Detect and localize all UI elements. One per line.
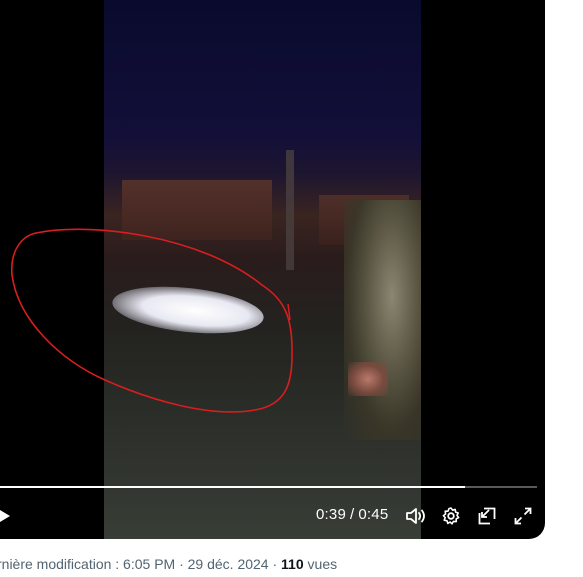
time-separator: /	[350, 506, 355, 523]
volume-button[interactable]	[404, 504, 426, 528]
post-metadata: rnière modification : 6:05 PM · 29 déc. …	[0, 556, 337, 572]
gear-icon	[442, 507, 460, 525]
video-frame[interactable]	[104, 0, 421, 539]
play-icon	[0, 510, 10, 522]
views-count: 110	[281, 556, 304, 572]
time-current: 0:39	[316, 506, 346, 523]
fullscreen-button[interactable]	[512, 504, 534, 528]
video-player[interactable]: 0:39 / 0:45	[0, 0, 545, 539]
fullscreen-icon	[514, 507, 532, 525]
person-hand	[348, 362, 388, 396]
volume-icon	[406, 508, 425, 524]
picture-in-picture-icon	[478, 507, 496, 525]
time-display: 0:39 / 0:45	[316, 506, 388, 523]
person-figure	[344, 200, 421, 440]
background-post	[286, 150, 294, 270]
settings-button[interactable]	[440, 504, 462, 528]
picture-in-picture-button[interactable]	[476, 504, 498, 528]
light-streak	[110, 280, 266, 340]
time-total: 0:45	[358, 506, 389, 523]
progress-bar[interactable]	[0, 486, 537, 488]
views-label: vues	[307, 556, 338, 572]
progress-fill	[0, 486, 466, 488]
play-button[interactable]	[0, 504, 14, 528]
player-controls: 0:39 / 0:45	[0, 498, 545, 538]
background-fence	[122, 180, 272, 240]
modified-timestamp: rnière modification : 6:05 PM · 29 déc. …	[0, 556, 282, 572]
